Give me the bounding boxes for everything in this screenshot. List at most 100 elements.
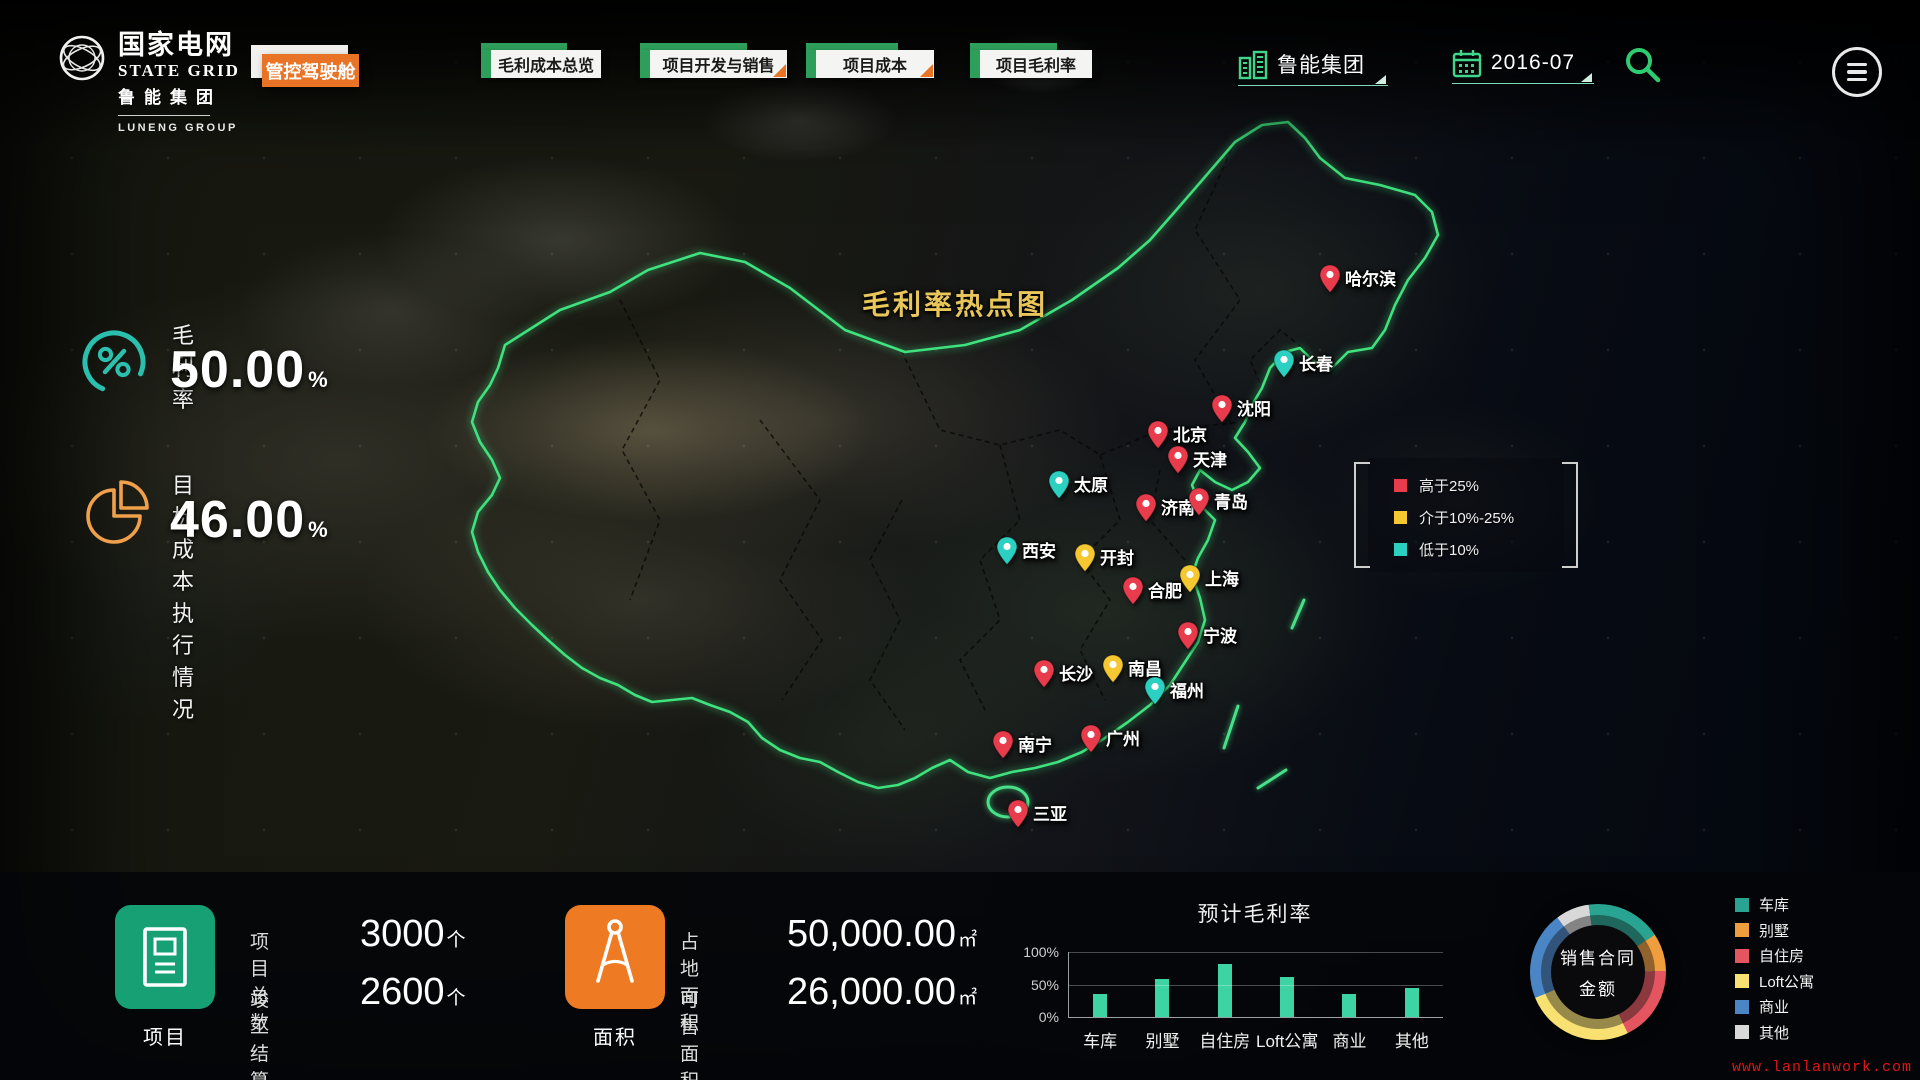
donut-legend-item: Loft公寓: [1735, 974, 1814, 989]
donut-legend-swatch: [1735, 1025, 1749, 1039]
brand-group-en: LUNENG GROUP: [118, 123, 240, 134]
pin-icon: [1135, 493, 1157, 523]
document-icon: [115, 905, 215, 1009]
menu-bar-icon: [1847, 70, 1867, 73]
bar-自住房: [1218, 964, 1232, 1017]
building-icon: [1238, 48, 1268, 80]
menu-bar-icon: [1847, 78, 1867, 81]
pin-icon: [1211, 394, 1233, 424]
donut-legend-item: 商业: [1735, 999, 1814, 1014]
date-selector[interactable]: 2016-07: [1452, 48, 1594, 78]
menu-bar-icon: [1847, 63, 1867, 66]
map-pin-上海[interactable]: 上海: [1179, 564, 1201, 599]
city-label: 哈尔滨: [1345, 265, 1396, 290]
stat-row-label: 可售面积: [680, 985, 700, 1080]
brand-group-cn: 鲁能集团: [118, 89, 240, 106]
map-pin-沈阳[interactable]: 沈阳: [1211, 394, 1233, 429]
map-pin-三亚[interactable]: 三亚: [1007, 799, 1029, 834]
legend-swatch: [1394, 479, 1407, 492]
corner-flag-icon: [773, 64, 786, 77]
map-pin-北京[interactable]: 北京: [1147, 420, 1169, 455]
city-label: 南宁: [1018, 731, 1052, 756]
date-selector-value: 2016-07: [1491, 51, 1575, 75]
legend-label: 高于25%: [1419, 475, 1479, 496]
bar-category-label: 其他: [1381, 1027, 1443, 1052]
legend-swatch: [1394, 511, 1407, 524]
corner-flag-icon: [920, 64, 933, 77]
city-label: 长春: [1299, 350, 1333, 375]
bar-chart-title: 预计毛利率: [1068, 898, 1442, 928]
donut-legend-item: 别墅: [1735, 923, 1814, 938]
tab-4[interactable]: 项目成本: [806, 50, 934, 78]
map-pin-哈尔滨[interactable]: 哈尔滨: [1319, 264, 1341, 299]
y-axis-tick: 50%: [1003, 977, 1059, 993]
donut-chart: 销售合同 金额: [1530, 904, 1666, 1040]
donut-legend-label: 自住房: [1759, 945, 1804, 966]
bar-categories: 车库别墅自住房Loft公寓商业其他: [1069, 1027, 1443, 1052]
donut-legend-label: 商业: [1759, 996, 1789, 1017]
pin-icon: [1319, 264, 1341, 294]
tab-1[interactable]: 管控驾驶舱: [262, 54, 359, 87]
map-pin-合肥[interactable]: 合肥: [1122, 576, 1144, 611]
stat-row-unit: ㎡: [958, 930, 977, 951]
map-pin-西安[interactable]: 西安: [996, 536, 1018, 571]
tab-label: 毛利成本总览: [498, 52, 594, 76]
kpi-unit: %: [308, 517, 329, 542]
brand-logo: 国家电网 STATE GRID 鲁能集团 LUNENG GROUP: [56, 32, 240, 134]
org-selector[interactable]: 鲁能集团: [1238, 48, 1388, 80]
map-pin-南宁[interactable]: 南宁: [992, 730, 1014, 765]
pin-icon: [1144, 676, 1166, 706]
map-pin-福州[interactable]: 福州: [1144, 676, 1166, 711]
stat-row-unit: 个: [447, 930, 466, 951]
stat-row-unit: ㎡: [958, 988, 977, 1009]
legend-item: 高于25%: [1394, 472, 1564, 499]
tab-3[interactable]: 项目开发与销售: [640, 50, 787, 78]
donut-legend-swatch: [1735, 949, 1749, 963]
state-grid-emblem-icon: [56, 32, 108, 84]
pin-icon: [1007, 799, 1029, 829]
bar-其他: [1405, 988, 1419, 1017]
donut-legend-item: 其他: [1735, 1025, 1814, 1040]
legend-swatch: [1394, 543, 1407, 556]
map-pin-青岛[interactable]: 青岛: [1188, 487, 1210, 522]
stat-card-title: 面积: [565, 1021, 665, 1050]
bar-category-label: 商业: [1318, 1027, 1380, 1052]
pin-icon: [1188, 487, 1210, 517]
menu-button[interactable]: [1832, 47, 1882, 97]
org-selector-value: 鲁能集团: [1277, 49, 1365, 79]
gridline: [1069, 985, 1443, 986]
stat-row-value: 26,000.00: [787, 971, 956, 1013]
tab-label: 项目毛利率: [996, 52, 1076, 76]
city-label: 青岛: [1214, 488, 1248, 513]
map-pin-宁波[interactable]: 宁波: [1177, 621, 1199, 656]
map-pin-济南[interactable]: 济南: [1135, 493, 1157, 528]
city-label: 天津: [1193, 446, 1227, 471]
stat-card-title: 项目: [115, 1021, 215, 1050]
pin-icon: [1177, 621, 1199, 651]
city-label: 宁波: [1203, 622, 1237, 647]
tab-5[interactable]: 项目毛利率: [970, 50, 1092, 78]
bar-category-label: 车库: [1069, 1027, 1131, 1052]
bar-chart: 车库别墅自住房Loft公寓商业其他 100%50%0%: [1068, 952, 1443, 1018]
map-pin-南昌[interactable]: 南昌: [1102, 654, 1124, 689]
city-label: 合肥: [1148, 577, 1182, 602]
brand-title-en: STATE GRID: [118, 62, 240, 79]
map-pin-广州[interactable]: 广州: [1080, 724, 1102, 759]
tab-2[interactable]: 毛利成本总览: [481, 50, 601, 78]
org-dropdown-caret-icon: [1375, 75, 1386, 84]
search-icon: [1622, 44, 1664, 86]
dashboard-screen: 国家电网 STATE GRID 鲁能集团 LUNENG GROUP 管控驾驶舱 毛…: [0, 0, 1920, 1080]
pin-icon: [1048, 470, 1070, 500]
map-pin-长沙[interactable]: 长沙: [1033, 659, 1055, 694]
legend-item: 介于10%-25%: [1394, 504, 1564, 531]
stat-row-value: 3000: [360, 913, 445, 955]
pie-slice-icon: [78, 476, 154, 552]
city-label: 西安: [1022, 537, 1056, 562]
map-pin-天津[interactable]: 天津: [1167, 445, 1189, 480]
map-pin-长春[interactable]: 长春: [1273, 349, 1295, 384]
pin-icon: [1122, 576, 1144, 606]
search-button[interactable]: [1622, 44, 1664, 91]
tab-label: 项目开发与销售: [662, 52, 774, 76]
map-pin-太原[interactable]: 太原: [1048, 470, 1070, 505]
map-pin-开封[interactable]: 开封: [1074, 543, 1096, 578]
